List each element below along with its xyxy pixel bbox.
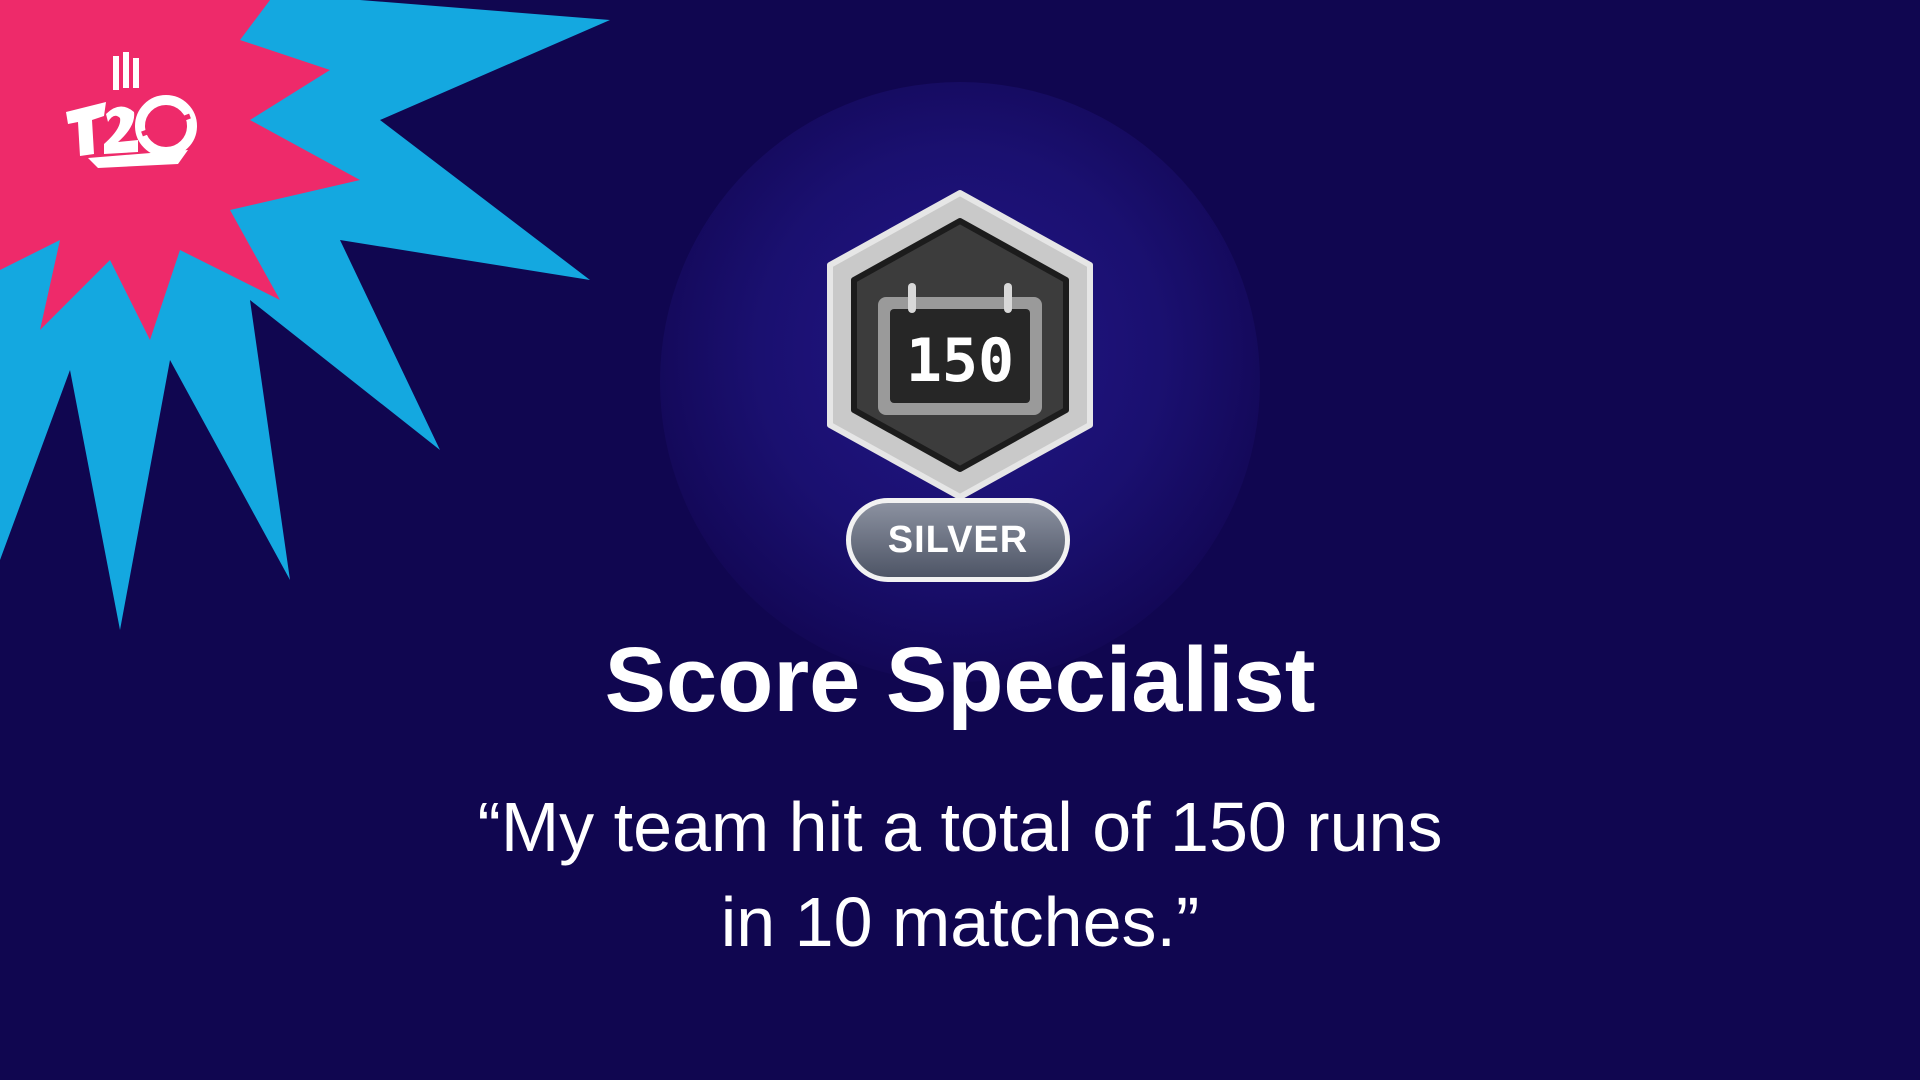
calendar-ring-right [1004, 283, 1012, 313]
tier-label: SILVER [887, 518, 1029, 561]
achievement-badge: 150 [827, 190, 1093, 500]
achievement-title: Score Specialist [604, 629, 1316, 731]
calendar-ring-left [908, 283, 916, 313]
tier-badge: SILVER [846, 498, 1070, 582]
t20-logo-icon [66, 52, 197, 168]
badge-value: 150 [906, 326, 1014, 396]
achievement-quote: “My team hit a total of 150 runs in 10 m… [477, 788, 1443, 961]
